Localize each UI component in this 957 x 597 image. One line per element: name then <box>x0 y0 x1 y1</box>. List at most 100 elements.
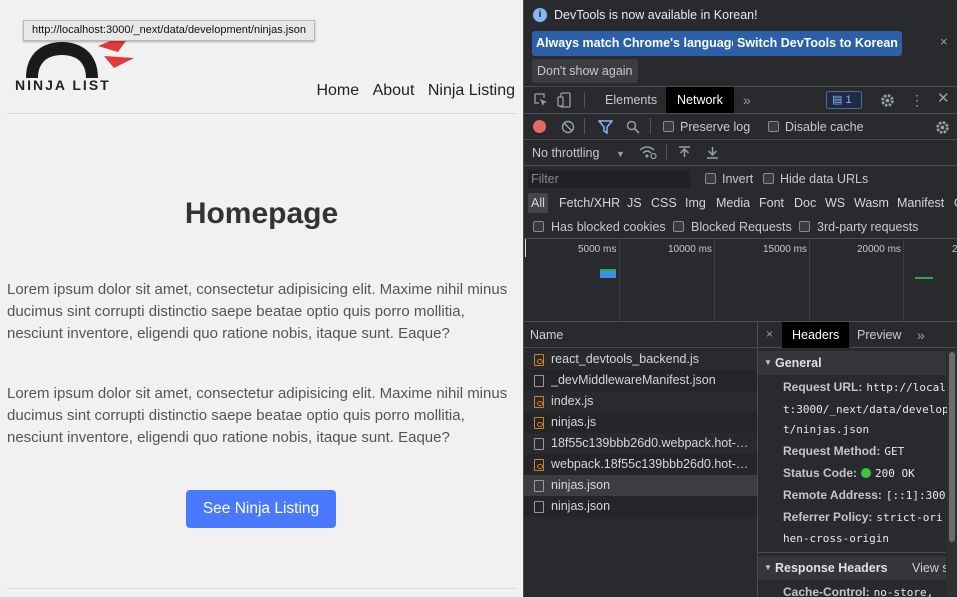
tab-headers[interactable]: Headers <box>782 322 850 348</box>
close-icon[interactable]: × <box>766 327 773 341</box>
tab-preview[interactable]: Preview <box>857 322 901 348</box>
header-value-continued: t/ninjas.json <box>783 423 870 436</box>
footer-divider <box>7 588 516 589</box>
divider <box>524 139 957 140</box>
request-row[interactable]: ninjas.json <box>524 496 757 517</box>
request-name: index.js <box>551 394 594 408</box>
device-toolbar-icon[interactable] <box>557 92 571 110</box>
issues-badge[interactable]: ▤ 1 <box>826 91 862 109</box>
import-har-icon[interactable] <box>678 146 691 161</box>
close-icon[interactable]: × <box>940 34 948 49</box>
type-filter-all[interactable]: All <box>528 193 548 213</box>
more-tabs-icon[interactable]: » <box>917 322 925 348</box>
timeline-bar <box>600 269 616 278</box>
tab-network[interactable]: Network <box>666 87 734 113</box>
type-filter-wasm[interactable]: Wasm <box>854 193 889 213</box>
request-name: _devMiddlewareManifest.json <box>551 373 716 387</box>
request-name: webpack.18f55c139bbb26d0.hot-update.js <box>551 457 754 471</box>
type-filter-doc[interactable]: Doc <box>794 193 816 213</box>
clear-icon[interactable] <box>561 120 575 136</box>
document-file-icon <box>534 375 544 387</box>
timeline-label: 10000 ms <box>668 244 712 255</box>
filter-input[interactable]: Filter <box>528 170 690 188</box>
invert-checkbox[interactable] <box>705 173 716 184</box>
header-key: Cache-Control: <box>783 585 870 597</box>
column-name[interactable]: Name <box>530 328 563 342</box>
general-section-header[interactable]: ▼ General <box>758 351 946 375</box>
type-filter-font[interactable]: Font <box>759 193 784 213</box>
disable-cache-checkbox[interactable] <box>768 121 779 132</box>
divider <box>524 113 957 114</box>
timeline-bar <box>915 277 933 279</box>
header-divider <box>7 113 516 114</box>
type-filter-fetch-xhr[interactable]: Fetch/XHR <box>559 193 620 213</box>
document-file-icon <box>534 501 544 513</box>
timeline-label: 15000 ms <box>763 244 807 255</box>
devtools-panel: i DevTools is now available in Korean! A… <box>523 0 957 597</box>
search-icon[interactable] <box>626 120 640 136</box>
request-row[interactable]: index.js <box>524 391 757 412</box>
script-file-icon <box>534 459 544 471</box>
third-party-checkbox[interactable] <box>799 221 810 232</box>
record-icon[interactable] <box>533 120 546 133</box>
blocked-requests-checkbox[interactable] <box>673 221 684 232</box>
disable-cache-label: Disable cache <box>785 120 864 134</box>
throttling-select[interactable]: No throttling <box>532 146 599 160</box>
view-source-link[interactable]: View s <box>912 556 946 580</box>
response-headers-section-header[interactable]: ▼ Response Headers View s <box>758 556 946 580</box>
link-url-tooltip: http://localhost:3000/_next/data/develop… <box>23 20 315 41</box>
request-list-header: Name <box>524 322 757 348</box>
filter-icon[interactable] <box>597 120 614 136</box>
request-row-selected[interactable]: ninjas.json <box>524 475 757 496</box>
gear-icon[interactable] <box>880 93 895 110</box>
expand-triangle-icon: ▼ <box>764 563 772 572</box>
section-title: Response Headers <box>775 561 888 575</box>
blocked-cookies-label: Has blocked cookies <box>551 220 666 234</box>
header-key: Request URL: <box>783 380 863 394</box>
devtools-tab-bar: Elements Network » ▤ 1 ⋮ ✕ <box>524 87 957 113</box>
type-filter-manifest[interactable]: Manifest <box>897 193 944 213</box>
divider <box>584 92 585 108</box>
type-filter-js[interactable]: JS <box>627 193 642 213</box>
match-language-button[interactable]: Always match Chrome's language <box>532 31 743 56</box>
type-filter-css[interactable]: CSS <box>651 193 677 213</box>
hide-data-urls-checkbox[interactable] <box>763 173 774 184</box>
request-row[interactable]: _devMiddlewareManifest.json <box>524 370 757 391</box>
chat-icon: ▤ <box>832 94 846 106</box>
type-filter-img[interactable]: Img <box>685 193 706 213</box>
more-tabs-icon[interactable]: » <box>743 87 751 113</box>
close-devtools-icon[interactable]: ✕ <box>937 91 950 106</box>
script-file-icon <box>534 417 544 429</box>
request-row[interactable]: ninjas.js <box>524 412 757 433</box>
scrollbar-thumb[interactable] <box>949 352 955 542</box>
type-filter-ws[interactable]: WS <box>825 193 845 213</box>
dropdown-arrow-icon[interactable]: ▼ <box>616 147 625 161</box>
inspect-element-icon[interactable] <box>534 93 548 109</box>
intro-paragraph-1: Lorem ipsum dolor sit amet, consectetur … <box>7 281 508 342</box>
dont-show-again-button[interactable]: Don't show again <box>532 59 638 83</box>
kebab-menu-icon[interactable]: ⋮ <box>910 93 924 107</box>
network-conditions-icon[interactable] <box>639 144 657 162</box>
nav-about[interactable]: About <box>373 82 415 99</box>
request-name: ninjas.json <box>551 478 611 492</box>
divider <box>524 165 957 166</box>
switch-language-button[interactable]: Switch DevTools to Korean <box>733 31 902 56</box>
network-timeline-overview[interactable]: 5000 ms 10000 ms 15000 ms 20000 ms 2 <box>524 239 957 321</box>
nav-ninja-listing[interactable]: Ninja Listing <box>428 82 515 99</box>
request-row[interactable]: webpack.18f55c139bbb26d0.hot-update.js <box>524 454 757 475</box>
export-har-icon[interactable] <box>706 146 719 161</box>
header-row: Status Code: 200 OK <box>783 466 915 480</box>
preserve-log-checkbox[interactable] <box>663 121 674 132</box>
info-icon: i <box>533 8 547 22</box>
type-filter-media[interactable]: Media <box>716 193 750 213</box>
nav-home[interactable]: Home <box>316 82 359 99</box>
request-name: ninjas.js <box>551 415 597 429</box>
network-settings-icon[interactable] <box>935 120 950 137</box>
header-value-continued: t:3000/_next/data/develop <box>783 403 949 416</box>
request-row[interactable]: 18f55c139bbb26d0.webpack.hot-update.json <box>524 433 757 454</box>
request-row[interactable]: react_devtools_backend.js <box>524 349 757 370</box>
blocked-cookies-checkbox[interactable] <box>533 221 544 232</box>
tab-elements[interactable]: Elements <box>605 87 657 113</box>
header-value-continued: hen-cross-origin <box>783 532 889 545</box>
see-ninja-listing-button[interactable]: See Ninja Listing <box>186 490 336 528</box>
